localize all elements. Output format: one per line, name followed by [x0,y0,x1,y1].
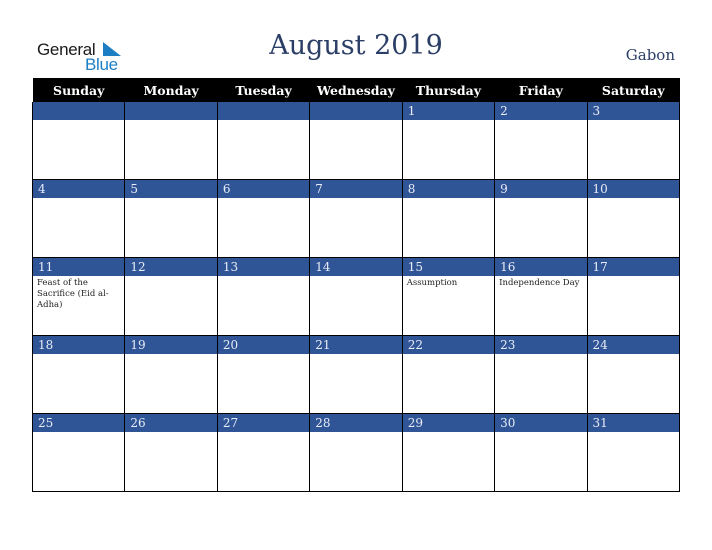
day-number [31,102,126,120]
day-number: 19 [124,335,218,354]
day-cell [124,432,218,492]
day-cell [309,354,403,414]
week-events-row [31,198,681,258]
country-label: Gabon [625,46,675,64]
week-events-row [31,432,681,492]
day-cell [401,354,496,414]
week-date-row: 123 [31,102,681,120]
day-cell [401,432,496,492]
week-date-row: 11 12 13 14 15 16 17 [31,257,681,276]
day-number: 14 [309,257,403,276]
week-events-row [31,354,681,414]
day-cell [586,432,681,492]
day-number [309,102,403,120]
day-number: 25 [31,413,126,432]
day-number: 15 [401,257,496,276]
day-cell [586,276,681,336]
holiday-event: Independence Day [494,276,588,336]
week-date-row: 18 19 20 21 22 23 24 [31,335,681,354]
day-cell [124,354,218,414]
week-date-row: 4 5 6 7 8 9 10 [31,179,681,198]
day-cell [216,120,311,180]
day-number: 1 [401,102,496,120]
day-cell [309,276,403,336]
day-cell [31,432,126,492]
day-cell [494,432,588,492]
day-number: 29 [401,413,496,432]
day-number [216,102,311,120]
weekday-thursday: Thursday [402,78,495,102]
day-cell [494,354,588,414]
day-cell [586,354,681,414]
day-cell [31,354,126,414]
day-number: 9 [494,179,588,198]
weekday-wednesday: Wednesday [309,78,403,102]
weekday-friday: Friday [494,78,588,102]
day-cell [124,276,218,336]
day-cell [124,198,218,258]
day-cell [586,120,681,180]
day-cell [401,120,496,180]
day-number: 31 [586,413,681,432]
weekday-header-row: Sunday Monday Tuesday Wednesday Thursday… [32,78,680,102]
day-number: 5 [124,179,218,198]
week-events-row: Feast of the Sacrifice (Eid al-Adha) Assu… [31,276,681,336]
day-cell [216,276,311,336]
holiday-event: Feast of the Sacrifice (Eid al-Adha) [31,276,126,336]
day-number: 30 [494,413,588,432]
day-cell [586,198,681,258]
day-number: 23 [494,335,588,354]
day-number: 8 [401,179,496,198]
day-cell [216,354,311,414]
day-cell [216,198,311,258]
day-number: 20 [216,335,311,354]
day-number: 11 [31,257,126,276]
calendar-title: August 2019 [269,30,443,61]
calendar-grid: Sunday Monday Tuesday Wednesday Thursday… [31,78,681,492]
weekday-sunday: Sunday [32,78,125,102]
day-cell [494,120,588,180]
day-number: 6 [216,179,311,198]
day-cell [31,120,126,180]
day-cell [494,198,588,258]
weekday-monday: Monday [124,78,218,102]
weekday-saturday: Saturday [587,78,680,102]
week-date-row: 25 26 27 28 29 30 31 [31,413,681,432]
day-number: 4 [31,179,126,198]
day-cell [31,198,126,258]
day-cell [401,198,496,258]
day-number: 12 [124,257,218,276]
day-number [124,102,218,120]
day-number: 18 [31,335,126,354]
week-events-row [31,120,681,180]
day-number: 27 [216,413,311,432]
day-number: 7 [309,179,403,198]
day-cell [309,432,403,492]
weekday-tuesday: Tuesday [217,78,310,102]
day-cell [124,120,218,180]
holiday-event: Assumption [401,276,496,336]
day-number: 24 [586,335,681,354]
day-number: 22 [401,335,496,354]
day-cell [309,198,403,258]
day-number: 13 [216,257,311,276]
day-number: 28 [309,413,403,432]
day-number: 26 [124,413,218,432]
day-cell [216,432,311,492]
day-number: 10 [586,179,681,198]
day-number: 3 [586,102,681,120]
day-number: 16 [494,257,588,276]
day-cell [309,120,403,180]
day-number: 2 [494,102,588,120]
day-number: 17 [586,257,681,276]
day-number: 21 [309,335,403,354]
